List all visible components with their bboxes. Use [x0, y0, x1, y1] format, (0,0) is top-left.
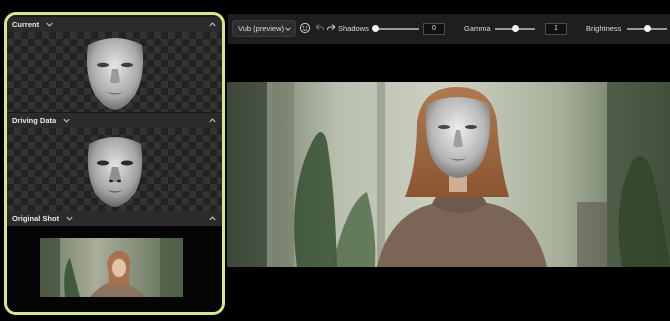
main-viewport-image[interactable]	[227, 82, 670, 267]
chevron-down-icon	[285, 27, 291, 31]
shadows-value-input[interactable]: 0	[423, 23, 445, 35]
shadows-slider-knob[interactable]	[371, 25, 379, 32]
section-header-driving-data[interactable]: Driving Data	[7, 113, 222, 128]
section-label-driving-data: Driving Data	[12, 116, 57, 125]
shadows-slider[interactable]	[375, 28, 419, 30]
gamma-value-input[interactable]: 1	[545, 23, 567, 35]
section-header-original-shot[interactable]: Original Shot	[7, 211, 222, 226]
driving-data-preview	[7, 128, 222, 212]
chevron-down-icon[interactable]	[65, 214, 74, 223]
version-select[interactable]: Vub (preview)	[232, 20, 296, 37]
chevron-up-icon[interactable]	[208, 214, 217, 223]
version-select-value: Vub (preview)	[238, 24, 284, 33]
toolbar: Vub (preview) Shadows 0 Gamma 1 Brightne…	[228, 14, 670, 44]
gamma-slider-knob[interactable]	[511, 25, 519, 32]
section-label-original-shot: Original Shot	[12, 214, 60, 223]
shadows-label: Shadows	[338, 24, 369, 33]
original-shot-thumbnail[interactable]	[40, 238, 183, 297]
section-label-current: Current	[12, 20, 40, 29]
face-icon[interactable]	[299, 22, 311, 34]
current-face-render	[86, 38, 143, 110]
redo-icon[interactable]	[326, 22, 338, 34]
chevron-down-icon[interactable]	[62, 116, 71, 125]
gamma-label: Gamma	[464, 24, 491, 33]
driving-face-render	[87, 137, 142, 207]
undo-icon[interactable]	[313, 22, 325, 34]
brightness-slider-knob[interactable]	[643, 25, 651, 32]
current-preview	[7, 32, 222, 112]
chevron-up-icon[interactable]	[208, 116, 217, 125]
chevron-down-icon[interactable]	[45, 20, 54, 29]
section-header-current[interactable]: Current	[7, 17, 222, 32]
original-shot-area	[7, 226, 222, 312]
chevron-up-icon[interactable]	[208, 20, 217, 29]
side-panel: Current Driving Data Original Shot	[4, 12, 225, 315]
brightness-label: Brightness	[586, 24, 622, 33]
